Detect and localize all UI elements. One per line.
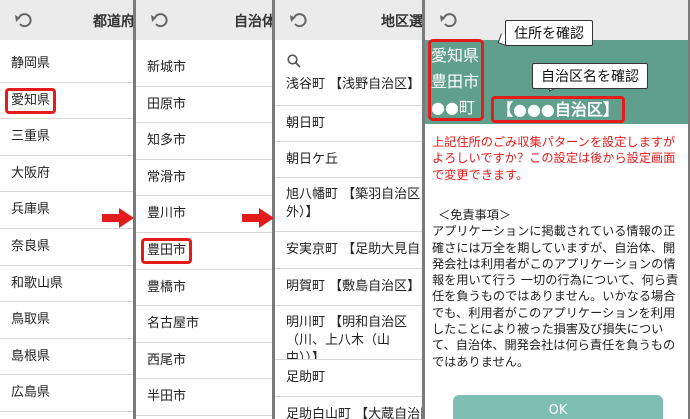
back-arrow-icon[interactable] bbox=[289, 10, 309, 30]
list-item[interactable]: 鳥取県 bbox=[0, 302, 133, 339]
district-header-title: 地区選 bbox=[381, 14, 422, 30]
list-item-label: 足助町 bbox=[286, 370, 326, 385]
list-item-label: 旭八幡町 【築羽自治区外）】 bbox=[286, 187, 421, 220]
selected-prefecture-label: 愛知県 bbox=[5, 87, 57, 114]
district-panel: 地区選 浅谷町 【浅野自治区】 朝日町 朝日ケ丘 旭八幡町 【築羽自治区外）】 … bbox=[275, 0, 422, 419]
list-item[interactable]: 朝日ケ丘 bbox=[275, 142, 422, 178]
list-item[interactable]: 常滑市 bbox=[136, 160, 272, 197]
district-header: 地区選 bbox=[275, 0, 422, 40]
list-item[interactable]: 静岡県 bbox=[0, 46, 133, 83]
list-item-label: 和歌山県 bbox=[11, 275, 64, 291]
confirm-panel: 愛知県 豊田市 ●●町 【●●●自治区】 住所を確認 自治区名を確認 上記住所の… bbox=[425, 0, 690, 419]
list-item[interactable]: 広島県 bbox=[0, 375, 133, 412]
list-item[interactable]: 和歌山県 bbox=[0, 266, 133, 303]
municipality-header: 自治体 bbox=[136, 0, 272, 40]
list-item-label: 奈良県 bbox=[11, 238, 51, 254]
back-arrow-icon[interactable] bbox=[150, 10, 170, 30]
list-item[interactable]: 島根県 bbox=[0, 339, 133, 376]
list-item-label: 知多市 bbox=[147, 133, 187, 149]
list-item-label: 西尾市 bbox=[147, 352, 187, 368]
list-item-label: 豊橋市 bbox=[147, 279, 187, 295]
list-item[interactable]: 大阪府 bbox=[0, 156, 133, 193]
list-item[interactable]: 豊橋市 bbox=[136, 270, 272, 307]
list-item-label: 三重県 bbox=[11, 129, 51, 145]
list-item-label: 常滑市 bbox=[147, 169, 187, 185]
list-item-label: 広島県 bbox=[11, 385, 51, 401]
area-name-label: 【●●●自治区】 bbox=[491, 96, 625, 123]
ok-button[interactable]: OK bbox=[453, 395, 663, 419]
list-item[interactable]: 半田市 bbox=[136, 379, 272, 416]
list-item-label: 浅谷町 【浅野自治区】 bbox=[286, 77, 421, 92]
callout-area-name: 自治区名を確認 bbox=[532, 63, 648, 89]
selected-municipality-label: 豊田市 bbox=[141, 237, 193, 264]
list-item-label: 鳥取県 bbox=[11, 312, 51, 328]
list-item[interactable]: 明川町 【明和自治区（川、上八木（山中））】 bbox=[275, 306, 422, 360]
disclaimer-body: アプリケーションに掲載されている情報の正確さには万全を期していますが、自治体、開… bbox=[432, 224, 679, 369]
list-item[interactable]: 田原市 bbox=[136, 87, 272, 124]
disclaimer-title: ＜免責事項＞ bbox=[438, 208, 512, 222]
district-search[interactable] bbox=[275, 50, 422, 72]
list-item-label: 豊川市 bbox=[147, 206, 187, 222]
list-item-label: 朝日ケ丘 bbox=[286, 152, 339, 167]
list-item-selected[interactable]: 豊田市 bbox=[136, 233, 272, 270]
list-item[interactable]: 足助町 bbox=[275, 360, 422, 397]
search-icon[interactable] bbox=[287, 54, 301, 68]
list-item[interactable]: 西尾市 bbox=[136, 343, 272, 380]
callout-address: 住所を確認 bbox=[505, 20, 593, 46]
list-item-label: 新城市 bbox=[147, 60, 187, 75]
arrow-right-icon bbox=[242, 208, 274, 228]
district-list: 浅谷町 【浅野自治区】 朝日町 朝日ケ丘 旭八幡町 【築羽自治区外）】 安実京町… bbox=[275, 50, 422, 419]
list-item[interactable]: 三重県 bbox=[0, 119, 133, 156]
list-item-label: 兵庫県 bbox=[11, 202, 51, 218]
list-item[interactable]: 朝日町 bbox=[275, 106, 422, 142]
list-item-label: 大阪府 bbox=[11, 165, 51, 181]
list-item-label: 田原市 bbox=[147, 96, 187, 112]
list-item-label: 島根県 bbox=[11, 348, 51, 364]
list-item-label: 半田市 bbox=[147, 389, 187, 405]
list-item[interactable]: 明賀町 【敷島自治区】 bbox=[275, 269, 422, 306]
list-item[interactable]: 知多市 bbox=[136, 123, 272, 160]
list-item-selected[interactable]: 愛知県 bbox=[0, 83, 133, 120]
list-item-label: 静岡県 bbox=[11, 56, 51, 71]
municipality-header-title: 自治体 bbox=[234, 14, 272, 30]
list-item[interactable]: 名古屋市 bbox=[136, 306, 272, 343]
back-arrow-icon[interactable] bbox=[439, 10, 459, 30]
back-arrow-icon[interactable] bbox=[14, 10, 34, 30]
prefecture-header: 都道府 bbox=[0, 0, 133, 40]
list-item[interactable]: 奈良県 bbox=[0, 229, 133, 266]
municipality-list: 新城市 田原市 知多市 常滑市 豊川市 豊田市 豊橋市 名古屋市 西尾市 半田市 bbox=[136, 50, 272, 416]
list-item-label: 名古屋市 bbox=[147, 316, 200, 332]
disclaimer: ＜免責事項＞ アプリケーションに掲載されている情報の正確さには万全を期しています… bbox=[432, 207, 682, 370]
confirm-message: 上記住所のごみ収集パターンを設定しますがよろしいですか？この設定は後から設定画面… bbox=[432, 135, 676, 182]
list-item[interactable]: 旭八幡町 【築羽自治区外）】 bbox=[275, 178, 422, 232]
list-item-label: 明川町 【明和自治区（川、上八木（山中））】 bbox=[286, 315, 408, 360]
list-item-label: 安実京町 【足助大見自 bbox=[286, 242, 421, 257]
address-highlight-box bbox=[428, 39, 484, 121]
list-item[interactable]: 足助白山町 【大蔵自治区 bbox=[275, 397, 422, 419]
list-item[interactable]: 浅谷町 【浅野自治区】 bbox=[275, 72, 422, 106]
list-item[interactable]: 新城市 bbox=[136, 50, 272, 87]
list-item[interactable]: 安実京町 【足助大見自 bbox=[275, 232, 422, 269]
list-item-label: 明賀町 【敷島自治区】 bbox=[286, 279, 421, 294]
arrow-right-icon bbox=[102, 208, 134, 228]
list-item-label: 朝日町 bbox=[286, 116, 326, 131]
prefecture-header-title: 都道府 bbox=[93, 14, 133, 30]
list-item-label: 足助白山町 【大蔵自治区 bbox=[286, 407, 422, 419]
prefecture-list: 静岡県 愛知県 三重県 大阪府 兵庫県 奈良県 和歌山県 鳥取県 島根県 広島県 bbox=[0, 46, 133, 412]
